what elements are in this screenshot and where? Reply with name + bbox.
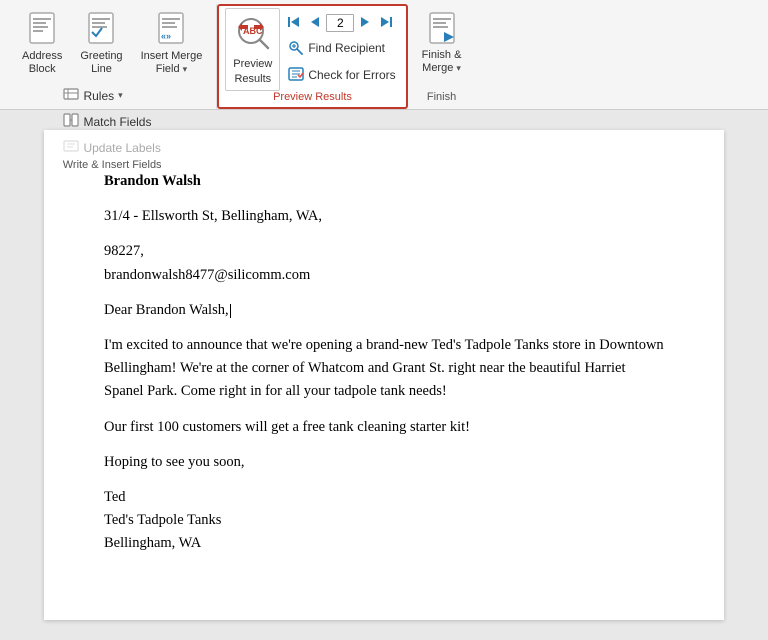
- navigation-controls: 2: [284, 13, 399, 33]
- closing-1: Hoping to see you soon,: [104, 454, 245, 470]
- first-record-button[interactable]: [284, 13, 304, 33]
- record-number-input[interactable]: 2: [326, 14, 354, 32]
- prev-record-button[interactable]: [306, 13, 324, 33]
- finish-merge-label: Finish &Merge ▾: [422, 49, 462, 75]
- preview-results-label: PreviewResults: [233, 57, 272, 86]
- address-line2-para: 98227, brandonwalsh8477@silicomm.com: [104, 240, 664, 286]
- finish-group: Finish &Merge ▾ Finish: [408, 4, 476, 109]
- write-insert-group: AddressBlock GreetingLine: [8, 4, 217, 109]
- cursor: [230, 304, 231, 318]
- preview-results-group-label: Preview Results: [273, 91, 352, 105]
- body-para-2: Our first 100 customers will get a free …: [104, 416, 664, 439]
- update-labels-button[interactable]: Update Labels: [59, 136, 164, 159]
- finish-merge-icon: [428, 12, 456, 47]
- document-content: Brandon Walsh 31/4 - Ellsworth St, Belli…: [104, 170, 664, 555]
- address-block-icon: [28, 12, 56, 48]
- rules-dropdown-arrow: ▾: [118, 90, 123, 101]
- check-errors-icon: [288, 66, 304, 85]
- last-record-button[interactable]: [376, 13, 396, 33]
- salutation-para: Dear Brandon Walsh,: [104, 299, 664, 322]
- write-insert-group-label: Write & Insert Fields: [63, 159, 162, 173]
- rules-icon: [63, 86, 79, 105]
- email-address: brandonwalsh8477@silicomm.com: [104, 267, 310, 283]
- svg-text:«»: «»: [161, 31, 171, 41]
- recipient-name-para: Brandon Walsh: [104, 170, 664, 193]
- body-text-2: Our first 100 customers will get a free …: [104, 419, 470, 435]
- rules-label: Rules: [83, 89, 114, 103]
- address-block-button[interactable]: AddressBlock: [16, 8, 68, 80]
- next-record-button[interactable]: [356, 13, 374, 33]
- check-errors-button[interactable]: Check for Errors: [284, 64, 399, 87]
- find-recipient-icon: [288, 39, 304, 58]
- rules-button[interactable]: Rules ▾: [59, 84, 164, 107]
- insert-merge-field-icon: «»: [157, 12, 185, 48]
- greeting-line-label: GreetingLine: [80, 50, 122, 76]
- city-state: Bellingham, WA: [104, 535, 201, 551]
- find-recipient-label: Find Recipient: [308, 41, 385, 55]
- body-text-1: I'm excited to announce that we're openi…: [104, 337, 664, 399]
- insert-merge-label: Insert MergeField ▾: [141, 50, 203, 76]
- greeting-line-icon: [87, 12, 115, 48]
- address-block-label: AddressBlock: [22, 50, 62, 76]
- find-recipient-button[interactable]: Find Recipient: [284, 37, 399, 60]
- recipient-name: Brandon Walsh: [104, 173, 201, 189]
- sender-name: Ted: [104, 489, 126, 505]
- body-para-1: I'm excited to announce that we're openi…: [104, 334, 664, 404]
- preview-results-icon: ABC: [234, 13, 272, 54]
- finish-group-label: Finish: [427, 91, 456, 105]
- company-name: Ted's Tadpole Tanks: [104, 512, 221, 528]
- salutation: Dear Brandon Walsh,: [104, 302, 229, 318]
- address-line1-para: 31/4 - Ellsworth St, Bellingham, WA,: [104, 205, 664, 228]
- document-area: Brandon Walsh 31/4 - Ellsworth St, Belli…: [0, 110, 768, 640]
- ribbon: AddressBlock GreetingLine: [0, 0, 768, 110]
- insert-merge-field-button[interactable]: «» Insert MergeField ▾: [135, 8, 209, 80]
- address-line2: 98227,: [104, 243, 144, 259]
- update-labels-icon: [63, 138, 79, 157]
- company-name-para: Ted's Tadpole Tanks: [104, 509, 664, 532]
- closing-para: Hoping to see you soon,: [104, 451, 664, 474]
- match-fields-label: Match Fields: [83, 115, 151, 129]
- preview-results-button[interactable]: ABC PreviewResults: [225, 8, 280, 91]
- match-fields-button[interactable]: Match Fields: [59, 110, 164, 133]
- sender-name-para: Ted: [104, 486, 664, 509]
- greeting-line-button[interactable]: GreetingLine: [74, 8, 128, 80]
- preview-results-group: ABC PreviewResults: [217, 4, 407, 109]
- document-page: Brandon Walsh 31/4 - Ellsworth St, Belli…: [44, 130, 724, 620]
- finish-merge-button[interactable]: Finish &Merge ▾: [416, 8, 468, 79]
- match-fields-icon: [63, 112, 79, 131]
- address-line1: 31/4 - Ellsworth St, Bellingham, WA,: [104, 208, 322, 224]
- city-state-para: Bellingham, WA: [104, 532, 664, 555]
- update-labels-label: Update Labels: [83, 141, 160, 155]
- check-errors-label: Check for Errors: [308, 68, 395, 82]
